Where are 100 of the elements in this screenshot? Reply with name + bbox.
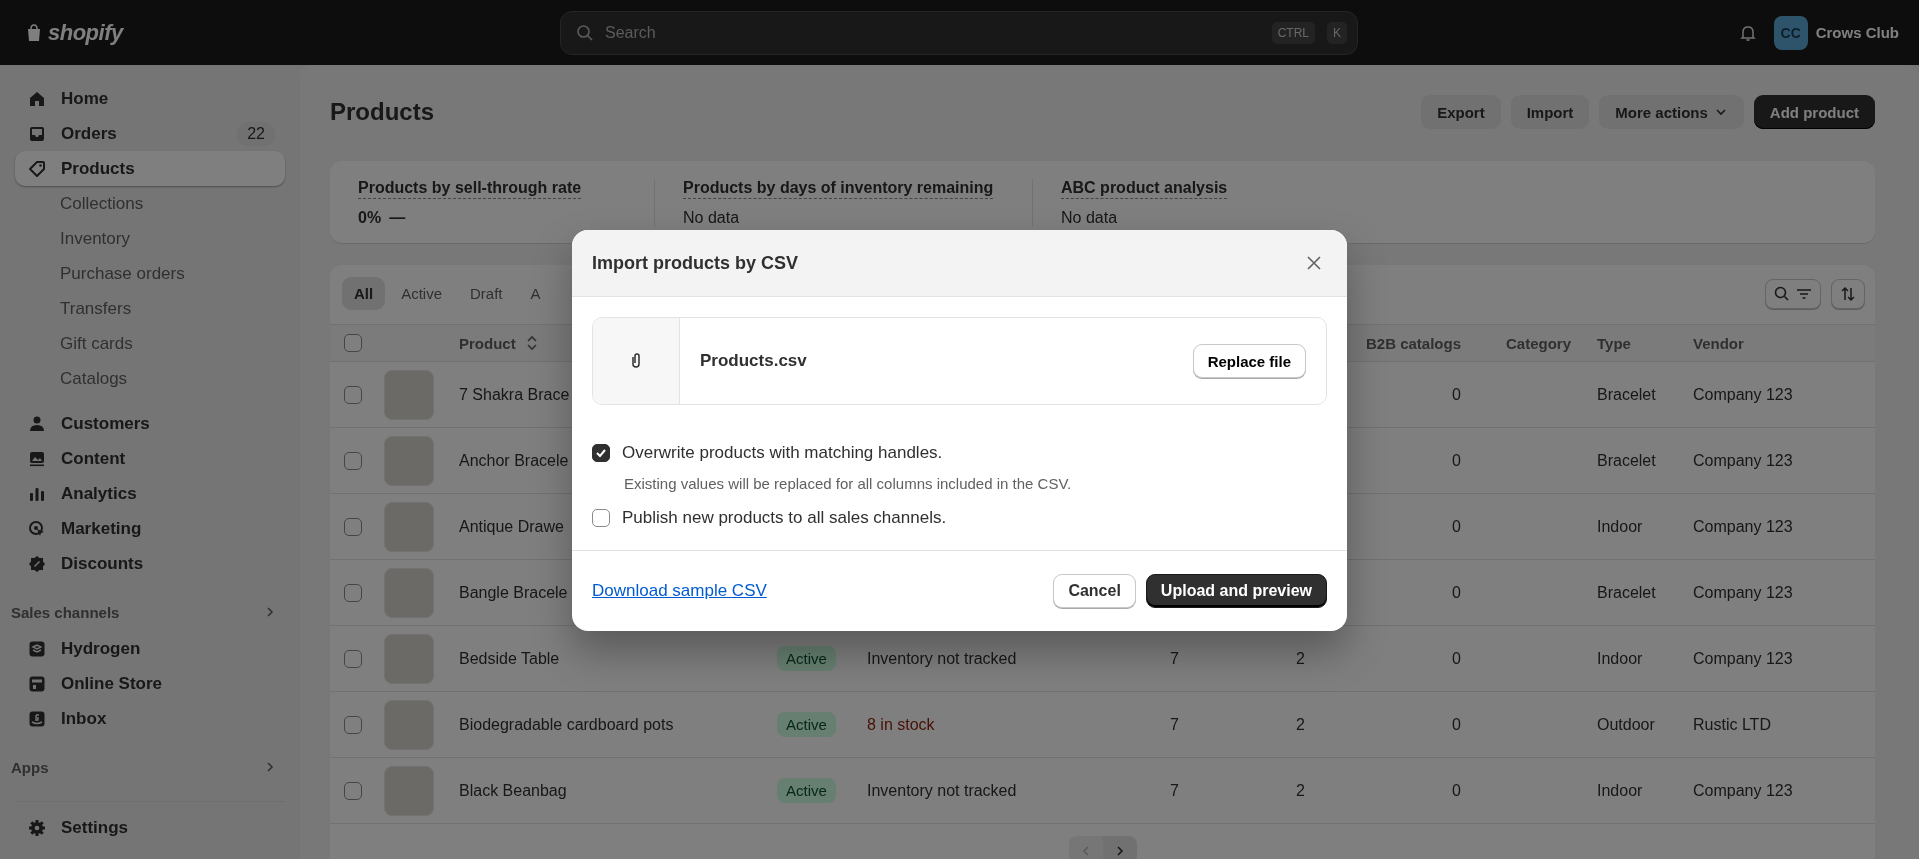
table-cell-text: 0	[1451, 517, 1461, 536]
settings-icon	[27, 817, 47, 838]
table-cell-text: 2	[1295, 649, 1305, 668]
photo-placeholder	[384, 501, 434, 552]
metric-title[interactable]: ABC product analysis	[1061, 179, 1228, 199]
metric-trend: —	[389, 209, 406, 227]
table-cell-text: 7	[1169, 649, 1179, 668]
photo-placeholder	[384, 369, 434, 420]
download-link[interactable]: Download sample CSV	[592, 581, 767, 601]
sidebar-item[interactable]: Customers	[15, 406, 285, 441]
sidebar-item[interactable]: Settings	[15, 810, 285, 845]
table-cell-text: Company 123	[1693, 649, 1794, 668]
metric-title[interactable]: Products by sell-through rate	[358, 179, 582, 199]
metric-value: No data	[1061, 209, 1118, 227]
sidebar-item[interactable]: Hydrogen	[15, 631, 285, 666]
table-cell-text: 7	[1169, 715, 1179, 734]
table-cell-text: 0	[1451, 715, 1461, 734]
row-checkbox[interactable]	[344, 781, 362, 800]
table-cell-text: 7	[1169, 781, 1179, 800]
next-page-button[interactable]	[1102, 836, 1137, 859]
row-checkbox[interactable]	[344, 451, 362, 470]
metric-value: No data	[683, 209, 740, 227]
column-header[interactable]: Product	[459, 334, 516, 352]
table-cell-text: 0	[1451, 385, 1461, 404]
row-checkbox[interactable]	[344, 649, 362, 668]
row-checkbox[interactable]	[344, 385, 362, 404]
upload-button[interactable]: Upload and preview	[1145, 574, 1327, 608]
discount-icon	[27, 553, 47, 574]
cancel-button[interactable]: Cancel	[1053, 574, 1136, 608]
table-cell-text: 0	[1451, 451, 1461, 470]
filter-tab[interactable]: A	[518, 277, 553, 310]
search-bar[interactable]: Search CTRL K	[560, 10, 1358, 55]
filter-tab[interactable]: Active	[389, 277, 455, 310]
photo-placeholder	[384, 435, 434, 486]
checkbox[interactable]	[592, 509, 610, 527]
row-checkbox[interactable]	[344, 517, 362, 536]
sidebar-subitem[interactable]: Inventory	[15, 221, 285, 256]
row-checkbox[interactable]	[344, 583, 362, 602]
column-header: B2B catalogs	[1364, 334, 1461, 352]
dialog-title: Import products by CSV	[592, 252, 798, 274]
sidebar-item[interactable]: Content	[15, 441, 285, 476]
metric-title[interactable]: Products by days of inventory remaining	[683, 179, 994, 199]
table-cell-text: Rustic LTD	[1693, 715, 1772, 734]
product-name[interactable]: Bedside Table	[459, 649, 777, 668]
sidebar-subitem[interactable]: Collections	[15, 186, 285, 221]
sidebar-item[interactable]: Discounts	[15, 546, 285, 581]
keyboard-key: K	[1327, 21, 1347, 44]
product-name[interactable]: Black Beanbag	[459, 781, 777, 800]
table-cell-text: Bracelet	[1597, 451, 1657, 470]
sidebar-subitem[interactable]: Purchase orders	[15, 256, 285, 291]
sort-button[interactable]	[1831, 278, 1865, 309]
store-name[interactable]: Crows Club	[1815, 24, 1899, 41]
sidebar-item[interactable]: Products	[15, 151, 285, 186]
replace-file-button[interactable]: Replace file	[1192, 344, 1306, 378]
sidebar-item[interactable]: Home	[15, 81, 285, 116]
photo-placeholder	[384, 699, 434, 750]
sidebar-item[interactable]: Inbox	[15, 701, 285, 736]
table-cell-text: Indoor	[1597, 517, 1644, 536]
sidebar-item[interactable]: Orders 22	[15, 116, 285, 151]
photo-placeholder	[384, 765, 434, 816]
section-heading[interactable]: Apps	[11, 758, 49, 776]
table-cell-text: Company 123	[1693, 583, 1794, 602]
checkbox[interactable]	[592, 444, 610, 462]
sidebar-item[interactable]: Marketing	[15, 511, 285, 546]
table-cell-text: 0	[1451, 781, 1461, 800]
table-cell-text: 0	[1451, 649, 1461, 668]
search-filter-button[interactable]	[1765, 278, 1821, 309]
sidebar-item[interactable]: Analytics	[15, 476, 285, 511]
sidebar-subitem[interactable]: Catalogs	[15, 361, 285, 396]
photo-placeholder	[384, 633, 434, 684]
inventory-cell-text: Inventory not tracked	[867, 649, 1018, 668]
sidebar-item[interactable]: Online Store	[15, 666, 285, 701]
sidebar-subitem[interactable]: Gift cards	[15, 326, 285, 361]
select-all-checkbox[interactable]	[344, 334, 362, 352]
table-cell-text: 2	[1295, 715, 1305, 734]
close-icon	[1305, 254, 1323, 272]
sidebar-subitem[interactable]: Transfers	[15, 291, 285, 326]
checkbox-label[interactable]: Overwrite products with matching handles.	[622, 443, 943, 463]
page-title: Products	[330, 98, 434, 126]
filter-tab[interactable]: Draft	[458, 277, 515, 310]
file-name: Products.csv	[700, 351, 807, 371]
product-name[interactable]: Biodegradable cardboard pots	[459, 715, 777, 734]
action-button[interactable]: Export	[1421, 95, 1501, 129]
action-button[interactable]: Import	[1510, 95, 1590, 129]
table-cell-text: Indoor	[1597, 781, 1644, 800]
section-heading[interactable]: Sales channels	[11, 603, 120, 621]
status-badge: Active	[777, 646, 836, 671]
checkbox-label[interactable]: Publish new products to all sales channels.	[622, 508, 947, 528]
inventory-cell-text: 8 in stock	[867, 715, 936, 734]
search-input[interactable]: Search	[603, 22, 1260, 43]
store-avatar[interactable]: CC	[1773, 15, 1808, 50]
row-checkbox[interactable]	[344, 715, 362, 734]
table-cell-text: Bracelet	[1597, 385, 1657, 404]
table-cell-text: Company 123	[1693, 781, 1794, 800]
filter-tab[interactable]: All	[342, 277, 386, 310]
logo-text: shopify	[48, 19, 123, 46]
status-badge: Active	[777, 712, 836, 737]
keyboard-key: CTRL	[1271, 21, 1315, 44]
action-button[interactable]: More actions	[1599, 95, 1744, 129]
action-button[interactable]: Add product	[1753, 95, 1875, 129]
